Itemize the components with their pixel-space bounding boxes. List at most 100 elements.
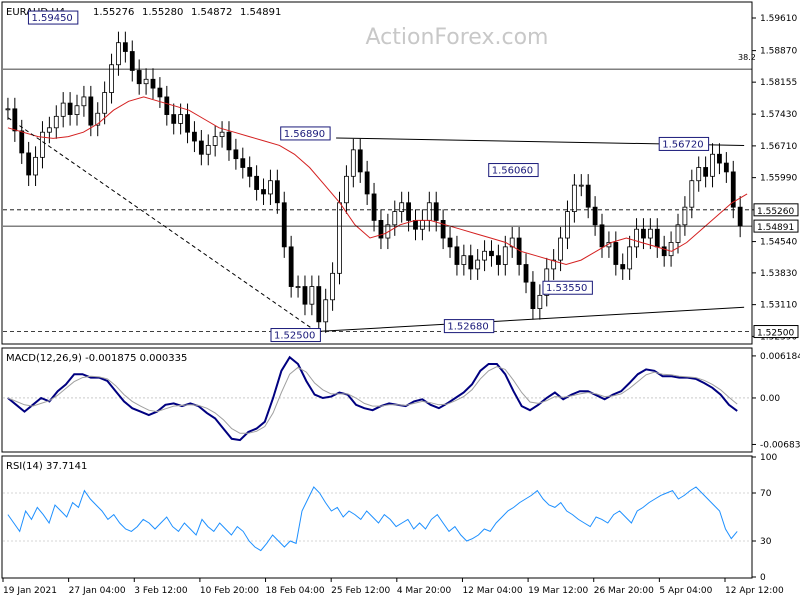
- watermark: ActionForex.com: [366, 25, 549, 50]
- candle-body: [164, 96, 170, 115]
- candle-body: [495, 255, 501, 265]
- candle-body: [661, 246, 667, 257]
- candle-body: [226, 131, 232, 151]
- price-header-high: 1.55280: [142, 7, 183, 18]
- candle-body: [710, 153, 715, 177]
- candle-body: [143, 78, 149, 85]
- candle-body: [171, 114, 177, 124]
- candle-body: [350, 149, 356, 177]
- x-tick-label: 19 Mar 12:00: [528, 586, 588, 596]
- candle-body: [116, 42, 121, 66]
- candle-body: [295, 286, 301, 288]
- candle-body: [654, 228, 660, 248]
- candle-body: [641, 228, 646, 239]
- chart-background: [0, 0, 800, 600]
- candle-body: [136, 70, 142, 85]
- candle-body: [675, 224, 681, 243]
- price-header-open: 1.55276: [93, 7, 134, 18]
- candle-body: [337, 202, 342, 274]
- price-y-tick-label: 1.58870: [760, 47, 797, 57]
- x-tick-label: 10 Feb 20:00: [200, 586, 259, 596]
- candle-body: [67, 102, 73, 115]
- x-tick-label: 5 Apr 04:00: [659, 586, 712, 596]
- candle-body: [689, 180, 695, 208]
- price-axis-box-label: 1.54891: [757, 223, 794, 233]
- candle-body: [523, 264, 529, 283]
- price-annotation-label: 1.56720: [662, 139, 703, 150]
- candle-body: [578, 184, 584, 187]
- candle-body: [12, 108, 18, 132]
- candle-body: [447, 237, 453, 248]
- candle-body: [254, 175, 260, 190]
- candle-body: [74, 105, 80, 115]
- x-tick-label: 25 Feb 12:00: [331, 586, 390, 596]
- candle-body: [426, 202, 432, 221]
- candle-body: [571, 184, 577, 212]
- price-axis-box-label: 1.52500: [757, 329, 794, 339]
- candle-body: [585, 184, 591, 208]
- x-tick-label: 4 Mar 20:00: [397, 586, 452, 596]
- candle-body: [240, 158, 246, 168]
- candle-body: [281, 202, 287, 248]
- rsi-y-tick-label: 0: [760, 573, 766, 583]
- candle-body: [475, 259, 481, 270]
- price-axis-box-label: 1.55260: [757, 207, 794, 217]
- candle-body: [502, 246, 508, 265]
- candle-body: [558, 237, 563, 261]
- candle-body: [696, 167, 702, 182]
- price-annotation-label: 1.56060: [492, 166, 533, 177]
- candle-body: [717, 153, 722, 164]
- x-tick-label: 12 Apr 12:00: [725, 586, 784, 596]
- candle-body: [102, 92, 108, 114]
- candle-body: [392, 211, 398, 226]
- candle-body: [192, 131, 197, 142]
- candle-body: [537, 294, 543, 310]
- candle-body: [309, 286, 315, 305]
- candle-body: [46, 127, 52, 133]
- candle-body: [122, 42, 128, 52]
- rsi-y-tick-label: 100: [760, 453, 777, 463]
- candle-body: [261, 189, 266, 195]
- chart-canvas: ActionForex.com EURAUD,H4 1.55276 1.5528…: [0, 0, 800, 600]
- candle-body: [212, 136, 218, 146]
- candle-body: [620, 264, 626, 270]
- rsi-y-tick-label: 70: [760, 489, 772, 499]
- candle-body: [198, 140, 204, 155]
- candle-body: [344, 175, 349, 204]
- x-tick-label: 18 Feb 04:00: [266, 586, 325, 596]
- macd-y-tick-label: -0.006837: [760, 440, 800, 450]
- price-y-tick-label: 1.53830: [760, 269, 797, 279]
- candle-body: [489, 250, 494, 257]
- candle-body: [150, 78, 156, 89]
- candle-body: [247, 167, 253, 177]
- candle-body: [613, 242, 619, 265]
- rsi-header: RSI(14) 37.7141: [6, 461, 87, 472]
- rsi-y-tick-label: 30: [760, 537, 772, 547]
- candle-body: [364, 171, 370, 195]
- candle-body: [413, 220, 418, 230]
- candle-body: [406, 202, 411, 221]
- x-tick-label: 27 Jan 04:00: [69, 586, 126, 596]
- price-header-low: 1.54872: [191, 7, 232, 18]
- candle-body: [81, 96, 87, 107]
- price-header-close: 1.54891: [240, 7, 281, 18]
- price-annotation-label: 1.59450: [31, 13, 72, 24]
- candle-body: [157, 87, 163, 98]
- price-y-tick-label: 1.53110: [760, 301, 797, 311]
- candle-body: [433, 202, 439, 221]
- candle-body: [53, 115, 59, 129]
- price-annotation-label: 1.56890: [284, 129, 325, 140]
- x-tick-label: 26 Mar 20:00: [594, 586, 654, 596]
- price-y-tick-label: 1.59610: [760, 14, 797, 24]
- price-y-tick-label: 1.57430: [760, 110, 797, 120]
- candle-body: [88, 96, 94, 126]
- candle-body: [647, 228, 653, 239]
- price-annotation-label: 1.53550: [546, 283, 587, 294]
- candle-body: [233, 149, 239, 160]
- candle-body: [565, 211, 570, 239]
- candle-body: [468, 255, 474, 270]
- price-annotation-label: 1.52680: [447, 322, 488, 333]
- fib-label: 38.2: [738, 53, 756, 62]
- candle-body: [268, 180, 273, 195]
- macd-header: MACD(12,26,9) -0.001875 0.000335: [6, 353, 187, 364]
